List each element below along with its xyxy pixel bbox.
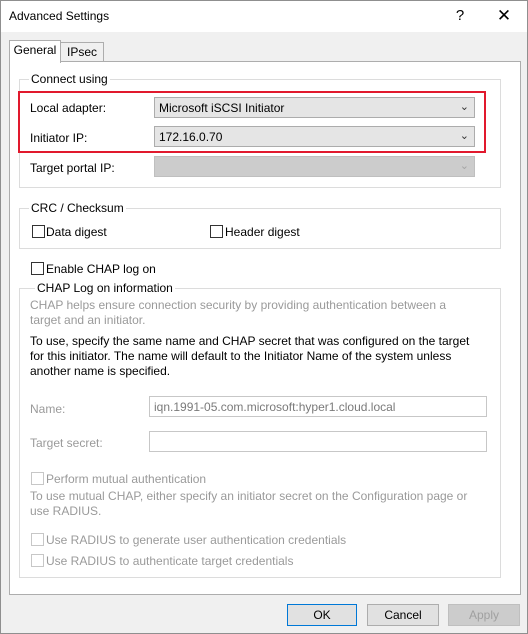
- tab-ipsec[interactable]: IPsec: [60, 42, 104, 62]
- cancel-button[interactable]: Cancel: [367, 604, 439, 626]
- chap-name-value: iqn.1991-05.com.microsoft:hyper1.cloud.l…: [154, 400, 396, 414]
- connect-using-title: Connect using: [29, 72, 110, 86]
- chap-help-text: CHAP helps ensure connection security by…: [30, 298, 447, 327]
- radius-target-label: Use RADIUS to authenticate target creden…: [46, 554, 294, 568]
- tab-ipsec-label: IPsec: [66, 45, 97, 59]
- chap-instructions-text: To use, specify the same name and CHAP s…: [30, 334, 470, 378]
- data-digest-checkbox[interactable]: [32, 225, 45, 238]
- ok-button[interactable]: OK: [287, 604, 357, 626]
- data-digest-label: Data digest: [46, 225, 107, 239]
- header-digest-checkbox[interactable]: [210, 225, 223, 238]
- header-digest-label: Header digest: [225, 225, 300, 239]
- mutual-chap-help-text: To use mutual CHAP, either specify an in…: [30, 489, 468, 518]
- target-portal-ip-label: Target portal IP:: [30, 161, 115, 175]
- chap-name-label: Name:: [30, 402, 66, 416]
- help-icon[interactable]: ?: [449, 6, 471, 26]
- radius-target-checkbox[interactable]: [31, 554, 44, 567]
- enable-chap-checkbox[interactable]: [31, 262, 44, 275]
- window-title: Advanced Settings: [9, 9, 110, 23]
- advanced-settings-dialog: Advanced Settings ? ✕ General IPsec Conn…: [0, 0, 528, 634]
- apply-button[interactable]: Apply: [448, 604, 520, 626]
- target-secret-input[interactable]: [149, 431, 487, 452]
- chevron-down-icon: ⌄: [459, 160, 469, 172]
- title-bar: Advanced Settings ? ✕: [1, 1, 527, 32]
- close-icon[interactable]: ✕: [493, 6, 515, 26]
- mutual-auth-checkbox[interactable]: [31, 472, 44, 485]
- radius-user-checkbox[interactable]: [31, 533, 44, 546]
- mutual-auth-label: Perform mutual authentication: [46, 472, 207, 486]
- enable-chap-label: Enable CHAP log on: [46, 262, 156, 276]
- tab-general-label: General: [13, 43, 57, 57]
- chap-name-input[interactable]: iqn.1991-05.com.microsoft:hyper1.cloud.l…: [149, 396, 487, 417]
- highlight-box: [18, 91, 486, 153]
- radius-user-label: Use RADIUS to generate user authenticati…: [46, 533, 347, 547]
- tab-general[interactable]: General: [9, 40, 61, 63]
- target-secret-label: Target secret:: [30, 436, 103, 450]
- target-portal-ip-dropdown[interactable]: ⌄: [154, 156, 475, 177]
- crc-checksum-title: CRC / Checksum: [29, 201, 126, 215]
- chap-info-title: CHAP Log on information: [35, 281, 175, 295]
